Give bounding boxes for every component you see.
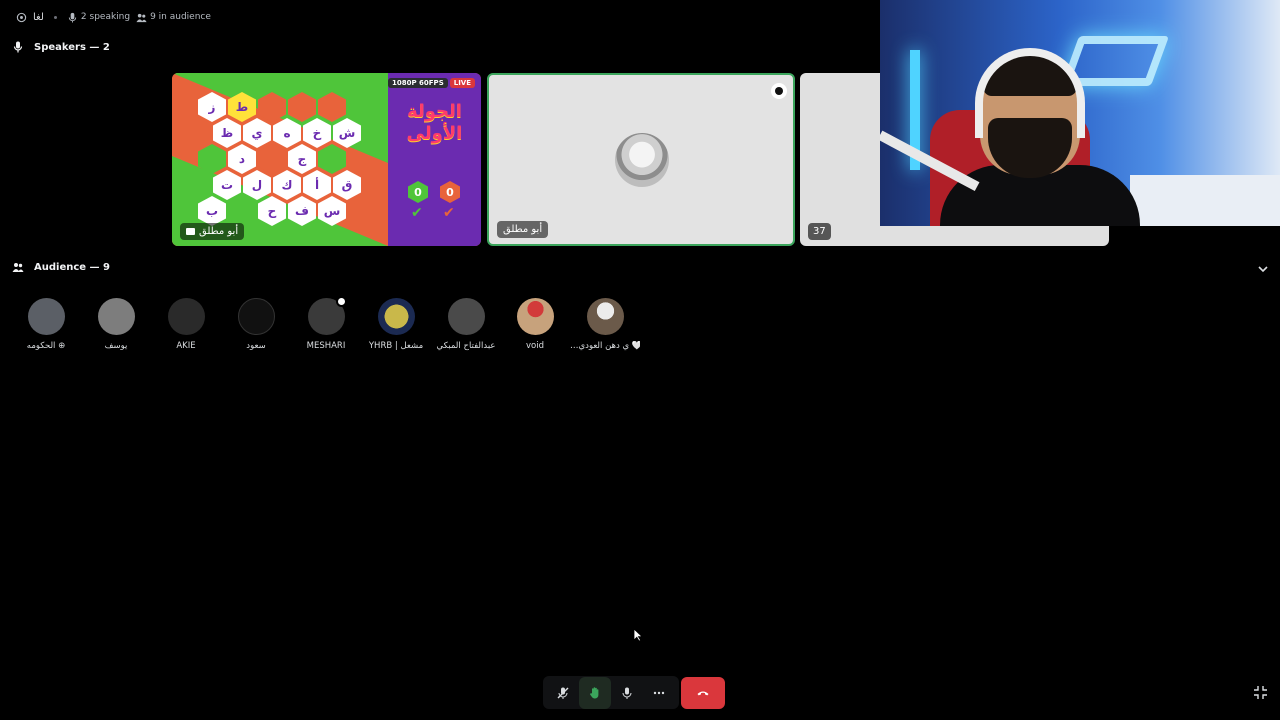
avatar (447, 298, 485, 335)
game-score-panel: الجولة الأولى 0 0 ✔ ✔ (388, 73, 481, 246)
audience-member-name: …ي دهن العودي 🤍 (570, 341, 640, 351)
raise-hand-button[interactable] (579, 676, 611, 709)
stage-name: لغا (33, 11, 44, 23)
audience-member[interactable]: MESHARI (291, 296, 361, 351)
collapse-icon[interactable] (1253, 685, 1268, 700)
speaker-tile-stream[interactable]: ز ط ش ظ ي ه خ د ج ق أ ك ل ت ب ح ف س الجو… (172, 73, 481, 246)
status-badge-icon (335, 296, 347, 307)
stage-controls (543, 676, 679, 709)
people-icon (136, 13, 147, 22)
screen-share-icon (186, 228, 195, 235)
audience-header-label: Audience — 9 (34, 261, 110, 273)
live-badge: LIVE (449, 78, 475, 88)
separator-dot (53, 15, 57, 19)
request-speak-icon (622, 687, 632, 699)
speaker-name: أبو مطلق (503, 224, 543, 235)
resolution-badge: 1080P 60FPS (387, 78, 448, 88)
chevron-down-icon[interactable] (1256, 262, 1270, 276)
audience-member[interactable]: الحكومه ⊕ (11, 298, 81, 351)
avatar (586, 298, 624, 335)
score-green: 0 (408, 181, 428, 203)
speaking-count: 2 speaking (67, 12, 130, 23)
phone-hangup-icon (697, 691, 709, 696)
audience-member-name: AKIE (176, 341, 196, 351)
audience-member-name: عبدالفتاح المبكي (436, 341, 496, 351)
stream-badges: 1080P 60FPS LIVE (387, 78, 475, 88)
more-options-button[interactable] (643, 677, 675, 709)
speaker-name-tag: أبو مطلق (497, 221, 549, 238)
audience-header: Audience — 9 (12, 261, 110, 273)
speaker-tile-avatar[interactable]: أبو مطلق (487, 73, 795, 246)
audience-member-name: يوسف (104, 341, 128, 351)
stage-info-bar: لغا 2 speaking 9 in audience (16, 8, 211, 26)
mouse-cursor-icon (633, 628, 643, 642)
game-board: ز ط ش ظ ي ه خ د ج ق أ ك ل ت ب ح ف س (172, 73, 388, 246)
speaker-name-tag: أبو مطلق (180, 223, 245, 240)
score-orange: 0 (440, 181, 460, 203)
audience-member-name: YHRB | مشعل (368, 341, 424, 351)
audience-count-label: 9 in audience (150, 12, 211, 22)
viewer-count-tag: 37 (808, 223, 831, 240)
avatar (615, 133, 669, 187)
desk (1130, 175, 1280, 226)
hand-icon (590, 686, 599, 698)
speakers-header-label: Speakers — 2 (34, 41, 110, 53)
avatar (237, 298, 275, 335)
avatar (27, 298, 65, 335)
round-title: الجولة الأولى (388, 101, 481, 145)
avatar (307, 296, 347, 335)
people-icon (12, 263, 24, 272)
round-title-line: الأولى (406, 123, 463, 144)
moderator-badge-icon (771, 83, 787, 99)
round-title-line: الجولة (407, 101, 462, 122)
audience-member-name: MESHARI (306, 341, 346, 351)
audience-member[interactable]: عبدالفتاح المبكي (431, 298, 501, 351)
check-icon: ✔ (443, 205, 455, 221)
mic-icon (13, 41, 23, 53)
mic-icon (68, 12, 77, 23)
speaker-name: أبو مطلق (199, 226, 239, 237)
audience-member[interactable]: سعود (221, 298, 291, 351)
stage-icon (16, 12, 27, 22)
request-speak-button[interactable] (611, 677, 643, 709)
audience-member-name: void (526, 341, 544, 351)
audience-member-name: سعود (246, 341, 266, 351)
audience-member[interactable]: AKIE (151, 298, 221, 351)
check-icon: ✔ (411, 205, 423, 221)
audience-member[interactable]: يوسف (81, 298, 151, 351)
audience-member[interactable]: YHRB | مشعل (361, 298, 431, 351)
avatar (97, 298, 135, 335)
mute-button[interactable] (547, 677, 579, 709)
audience-count: 9 in audience (136, 12, 211, 23)
audience-member[interactable]: …ي دهن العودي 🤍 (570, 298, 640, 351)
more-icon (653, 691, 665, 694)
avatar (516, 298, 554, 335)
leave-stage-button[interactable] (681, 677, 725, 709)
avatar (377, 298, 415, 335)
mic-off-icon (557, 687, 569, 699)
avatar (167, 298, 205, 335)
speakers-header: Speakers — 2 (12, 41, 110, 53)
speaking-count-label: 2 speaking (80, 12, 131, 22)
audience-member[interactable]: void (500, 298, 570, 351)
webcam-overlay (880, 0, 1280, 226)
audience-member-name: الحكومه ⊕ (26, 341, 66, 351)
